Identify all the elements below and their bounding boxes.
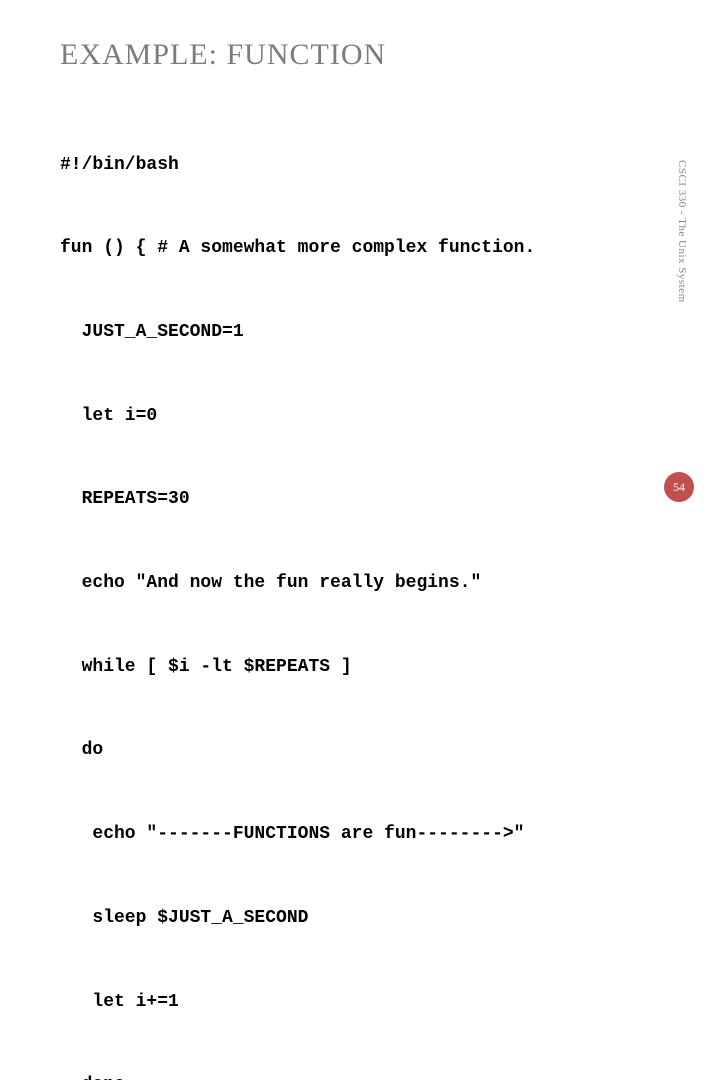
code-line: do [60, 737, 660, 765]
code-line: let i+=1 [60, 989, 660, 1017]
code-line: echo "And now the fun really begins." [60, 570, 660, 598]
code-line: REPEATS=30 [60, 486, 660, 514]
code-line: while [ $i -lt $REPEATS ] [60, 654, 660, 682]
code-line: #!/bin/bash [60, 152, 660, 180]
code-line: sleep $JUST_A_SECOND [60, 905, 660, 933]
code-block: #!/bin/bash fun () { # A somewhat more c… [60, 96, 660, 1080]
code-line: fun () { # A somewhat more complex funct… [60, 235, 660, 263]
slide-title: EXAMPLE: FUNCTION [60, 38, 660, 72]
code-line: echo "-------FUNCTIONS are fun-------->" [60, 821, 660, 849]
page-number-badge: 54 [664, 472, 694, 502]
code-line: done [60, 1072, 660, 1080]
code-line: JUST_A_SECOND=1 [60, 319, 660, 347]
course-label: CSCI 330 - The Unix System [676, 160, 688, 303]
slide: EXAMPLE: FUNCTION #!/bin/bash fun () { #… [0, 0, 720, 540]
code-line: let i=0 [60, 403, 660, 431]
